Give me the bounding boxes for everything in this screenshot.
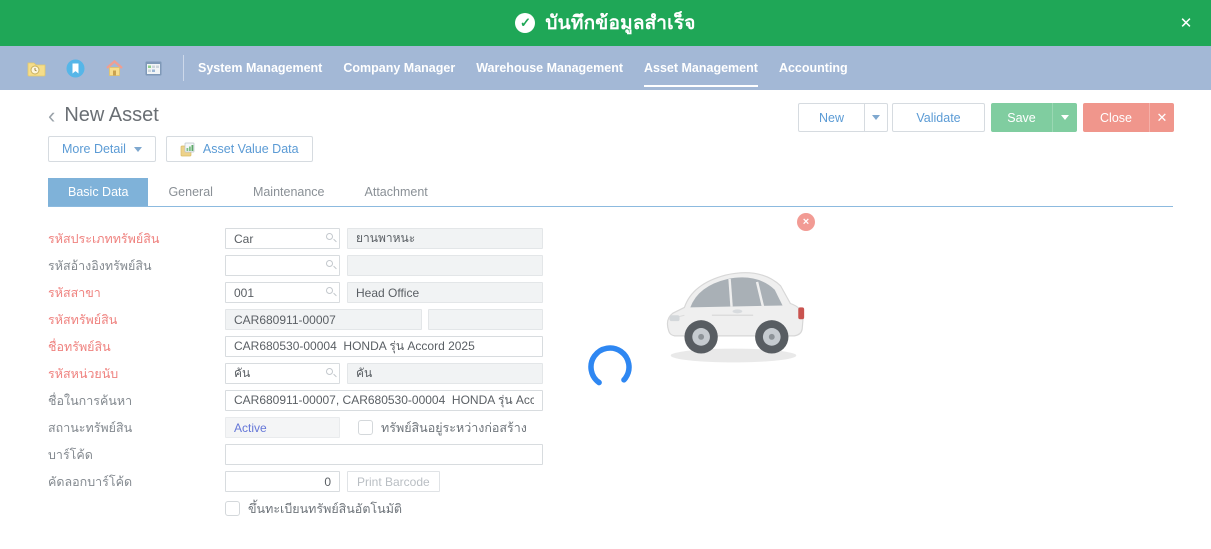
new-dropdown-button[interactable] [865,103,888,132]
search-icon[interactable] [326,368,333,375]
asset-name-label: ชื่อทรัพย์สิน [48,337,225,357]
search-icon[interactable] [326,233,333,240]
copy-barcode-label: คัดลอกบาร์โค้ด [48,472,225,492]
toast-message: บันทึกข้อมูลสำเร็จ [545,8,695,38]
more-detail-label: More Detail [62,142,126,156]
tab-strip: Basic Data General Maintenance Attachmen… [48,178,448,206]
nav-menu: System Management Company Manager Wareho… [198,46,848,90]
close-button[interactable]: Close [1083,103,1149,132]
unit-code-input[interactable] [225,363,340,384]
chevron-down-icon [1061,115,1069,120]
search-name-input[interactable] [225,390,543,411]
app-window: ✓ บันทึกข้อมูลสำเร็จ ✕ [0,0,1211,549]
close-x-button[interactable]: ✕ [1149,103,1174,132]
under-construction-label: ทรัพย์สินอยู่ระหว่างก่อสร้าง [381,418,527,438]
bookmark-icon[interactable] [66,59,85,78]
page-title-text: New Asset [64,104,158,127]
nav-item-system-management[interactable]: System Management [198,46,322,90]
asset-value-data-button[interactable]: Asset Value Data [166,136,313,162]
asset-ref-label: รหัสอ้างอิงทรัพย์สิน [48,256,225,276]
branch-code-input[interactable] [225,282,340,303]
print-barcode-button[interactable]: Print Barcode [347,471,440,492]
tab-general[interactable]: General [148,178,232,206]
branch-name-field [347,282,543,303]
save-button[interactable]: Save [991,103,1052,132]
asset-code-label: รหัสทรัพย์สิน [48,310,225,330]
new-button[interactable]: New [798,103,865,132]
unit-label: รหัสหน่วยนับ [48,364,225,384]
delete-image-button[interactable]: × [797,213,815,231]
form-row: คัดลอกบาร์โค้ด Print Barcode [48,471,440,492]
form-row: รหัสประเภททรัพย์สิน [48,228,543,249]
asset-ref-code-input[interactable] [225,255,340,276]
form-row: สถานะทรัพย์สิน Active ทรัพย์สินอยู่ระหว่… [48,417,527,438]
more-detail-button[interactable]: More Detail [48,136,156,162]
barcode-input[interactable] [225,444,543,465]
asset-value-data-label: Asset Value Data [203,142,299,156]
tab-maintenance[interactable]: Maintenance [233,178,345,206]
copy-barcode-input[interactable] [225,471,340,492]
success-toast: ✓ บันทึกข้อมูลสำเร็จ ✕ [0,0,1211,46]
form-row: รหัสทรัพย์สิน [48,309,543,330]
asset-image [655,225,812,382]
check-circle-icon: ✓ [515,13,535,33]
home-icon[interactable] [105,59,124,78]
form-row: รหัสหน่วยนับ [48,363,543,384]
asset-name-input[interactable] [225,336,543,357]
auto-register-checkbox[interactable] [225,501,240,516]
asset-type-code-input[interactable] [225,228,340,249]
action-buttons: New Validate Save Close ✕ [798,103,1174,132]
nav-item-asset-management[interactable]: Asset Management [644,46,758,90]
nav-separator [183,55,184,81]
save-dropdown-button[interactable] [1052,103,1077,132]
top-nav: System Management Company Manager Wareho… [0,46,1211,90]
nav-quick-icons [0,59,163,78]
asset-type-name-field [347,228,543,249]
asset-code-field [225,309,422,330]
nav-item-company-manager[interactable]: Company Manager [343,46,455,90]
search-icon[interactable] [326,287,333,294]
status-value-field: Active [225,417,340,438]
barcode-label: บาร์โค้ด [48,445,225,465]
secondary-toolbar: More Detail Asset Value Data [48,136,313,162]
status-label: สถานะทรัพย์สิน [48,418,225,438]
tab-underline [48,206,1173,207]
nav-item-accounting[interactable]: Accounting [779,46,848,90]
toast-close-icon[interactable]: ✕ [1175,12,1197,34]
calendar-icon[interactable] [144,59,163,78]
chevron-down-icon [134,147,142,152]
form-row: ชื่อในการค้นหา [48,390,543,411]
branch-label: รหัสสาขา [48,283,225,303]
asset-ref-name-field [347,255,543,276]
back-chevron-icon[interactable]: ‹ [48,106,55,126]
under-construction-checkbox[interactable] [358,420,373,435]
validate-button[interactable]: Validate [892,103,985,132]
chevron-down-icon [872,115,880,120]
auto-register-label: ขึ้นทะเบียนทรัพย์สินอัตโนมัติ [248,499,402,519]
page-title: ‹ New Asset [48,104,159,127]
nav-item-warehouse-management[interactable]: Warehouse Management [476,46,623,90]
form-row: รหัสอ้างอิงทรัพย์สิน [48,255,543,276]
form-row: ขึ้นทะเบียนทรัพย์สินอัตโนมัติ [48,498,402,519]
loading-spinner [586,343,634,391]
asset-code-extra-field [428,309,543,330]
unit-name-field [347,363,543,384]
asset-value-chart-icon [180,142,195,157]
form-row: บาร์โค้ด [48,444,543,465]
folder-history-icon[interactable] [27,59,46,78]
form-row: รหัสสาขา [48,282,543,303]
search-name-label: ชื่อในการค้นหา [48,391,225,411]
search-icon[interactable] [326,260,333,267]
form-row: ชื่อทรัพย์สิน [48,336,543,357]
tab-basic-data[interactable]: Basic Data [48,178,148,206]
tab-attachment[interactable]: Attachment [345,178,448,206]
car-image [655,225,812,382]
asset-type-label: รหัสประเภททรัพย์สิน [48,229,225,249]
